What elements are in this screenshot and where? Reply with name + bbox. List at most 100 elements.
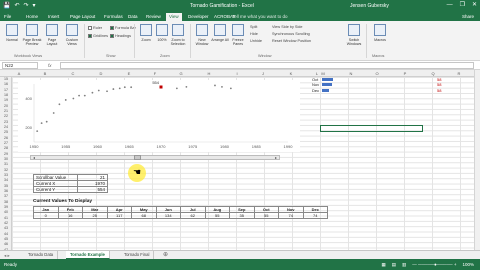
arrange-all-button[interactable]: Arrange All <box>210 24 230 42</box>
column-header[interactable]: E <box>124 70 134 77</box>
month-value-cell[interactable]: 25 <box>82 212 108 219</box>
row-header[interactable]: 19 <box>0 98 12 103</box>
tab-page-layout[interactable]: Page Layout <box>70 13 95 21</box>
restore-icon[interactable]: ❐ <box>460 1 465 10</box>
view-side-by-side-button[interactable]: View Side by Side <box>272 24 303 30</box>
scroll-right-arrow[interactable]: ▸ <box>273 155 279 160</box>
month-value-cell[interactable]: 74 <box>302 212 328 219</box>
normal-view-button[interactable]: Normal <box>2 24 22 42</box>
sheet-tab-tornado-data[interactable]: Tornado Data <box>24 251 59 259</box>
row-header[interactable]: 25 <box>0 130 12 135</box>
row-header[interactable]: 35 <box>0 184 12 189</box>
formula-input[interactable] <box>60 62 474 69</box>
tab-file[interactable]: File <box>4 13 11 21</box>
row-header[interactable]: 39 <box>0 205 12 210</box>
page-break-icon[interactable]: ▥ <box>402 261 406 268</box>
row-header[interactable]: 43 <box>0 226 12 231</box>
column-header[interactable]: J <box>258 70 268 77</box>
row-header[interactable]: 45 <box>0 237 12 242</box>
column-header[interactable]: O <box>372 70 382 77</box>
switch-windows-button[interactable]: Switch Windows <box>344 24 364 46</box>
close-icon[interactable]: ✕ <box>472 1 477 10</box>
minimize-icon[interactable]: — <box>447 1 453 10</box>
row-header[interactable]: 17 <box>0 88 12 93</box>
row-header[interactable]: 31 <box>0 162 12 167</box>
add-sheet-icon[interactable]: ⊕ <box>163 251 168 259</box>
row-header[interactable]: 40 <box>0 210 12 215</box>
column-header[interactable]: R <box>454 70 464 77</box>
column-header[interactable]: C <box>68 70 78 77</box>
tell-me-search[interactable]: Tell me what you want to do <box>232 13 288 21</box>
month-value-cell[interactable]: 55 <box>253 212 279 219</box>
row-header[interactable]: 29 <box>0 152 12 157</box>
row-header[interactable]: 23 <box>0 120 12 125</box>
row-header[interactable]: 42 <box>0 221 12 226</box>
row-header[interactable]: 34 <box>0 178 12 183</box>
column-header[interactable]: A <box>14 70 24 77</box>
right-value-cell[interactable]: 58 <box>437 88 441 93</box>
column-header[interactable]: N <box>346 70 356 77</box>
sheet-tab-tornado-example[interactable]: Tornado Example <box>66 251 110 259</box>
column-header[interactable]: M <box>318 70 328 77</box>
customize-qat-icon[interactable]: ▾ <box>33 2 36 10</box>
page-layout-icon[interactable]: ▤ <box>392 261 396 268</box>
normal-view-icon[interactable]: ▦ <box>381 261 385 268</box>
row-header[interactable]: 41 <box>0 216 12 221</box>
freeze-panes-button[interactable]: Freeze Panes <box>228 24 248 46</box>
row-header[interactable]: 44 <box>0 232 12 237</box>
tab-review[interactable]: Review <box>146 13 161 21</box>
column-header[interactable]: P <box>400 70 410 77</box>
ruler-checkbox[interactable]: Ruler <box>88 25 102 31</box>
tab-home[interactable]: Home <box>26 13 38 21</box>
row-header[interactable]: 38 <box>0 200 12 205</box>
scatter-chart[interactable]: 200 400 1950 1955 1960 1965 1970 1975 1980 1985 19… <box>18 80 300 152</box>
right-value-cell[interactable]: 58 <box>437 77 441 82</box>
month-value-cell[interactable]: 35 <box>229 212 255 219</box>
unhide-button[interactable]: Unhide <box>250 38 262 44</box>
month-value-cell[interactable]: 55 <box>204 212 230 219</box>
row-header[interactable]: 21 <box>0 109 12 114</box>
row-header[interactable]: 18 <box>0 93 12 98</box>
zoom-slider[interactable]: — ─────●───── + <box>412 261 456 268</box>
tab-formulas[interactable]: Formulas <box>104 13 123 21</box>
page-layout-view-button[interactable]: Page Layout <box>42 24 62 46</box>
row-header[interactable]: 24 <box>0 125 12 130</box>
macros-button[interactable]: Macros <box>370 24 390 42</box>
row-header[interactable]: 15 <box>0 77 12 82</box>
row-header[interactable]: 36 <box>0 189 12 194</box>
row-header[interactable]: 26 <box>0 136 12 141</box>
sheet-tab-tornado-final[interactable]: Tornado Final <box>120 251 155 259</box>
month-value-cell[interactable]: 74 <box>278 212 304 219</box>
custom-views-button[interactable]: Custom Views <box>62 24 82 46</box>
zoom-level[interactable]: 100% <box>462 261 474 268</box>
page-break-preview-button[interactable]: Page Break Preview <box>22 24 42 46</box>
month-value-cell[interactable]: 68 <box>131 212 157 219</box>
hide-button[interactable]: Hide <box>250 31 258 37</box>
column-header[interactable]: K <box>286 70 296 77</box>
undo-icon[interactable]: ↶ <box>14 2 19 10</box>
synchronous-scrolling-button[interactable]: Synchronous Scrolling <box>272 31 310 37</box>
month-value-cell[interactable]: 0 <box>33 212 59 219</box>
tab-view[interactable]: View <box>166 13 182 21</box>
month-value-cell[interactable]: 134 <box>155 212 181 219</box>
share-button[interactable]: Share <box>462 13 474 21</box>
month-value-cell[interactable]: 62 <box>180 212 206 219</box>
user-name[interactable]: Jensen Gubersky <box>350 2 389 10</box>
row-header[interactable]: 46 <box>0 242 12 247</box>
tab-developer[interactable]: Developer <box>188 13 209 21</box>
split-button[interactable]: Split <box>250 24 257 30</box>
zoom-to-selection-button[interactable]: Zoom to Selection <box>168 24 188 46</box>
row-header[interactable]: 33 <box>0 173 12 178</box>
name-box[interactable]: N22 <box>2 62 38 69</box>
reset-window-position-button[interactable]: Reset Window Position <box>272 38 311 44</box>
tab-insert[interactable]: Insert <box>48 13 59 21</box>
column-header[interactable]: Q <box>428 70 438 77</box>
column-header[interactable]: I <box>232 70 242 77</box>
row-header[interactable]: 28 <box>0 146 12 151</box>
tab-data[interactable]: Data <box>128 13 138 21</box>
month-value-cell[interactable]: 16 <box>57 212 83 219</box>
new-window-button[interactable]: New Window <box>192 24 212 46</box>
cell-label[interactable]: Current Y <box>33 186 78 193</box>
gridlines-checkbox[interactable]: Gridlines <box>88 33 108 39</box>
fx-icon[interactable]: fx <box>48 62 52 69</box>
